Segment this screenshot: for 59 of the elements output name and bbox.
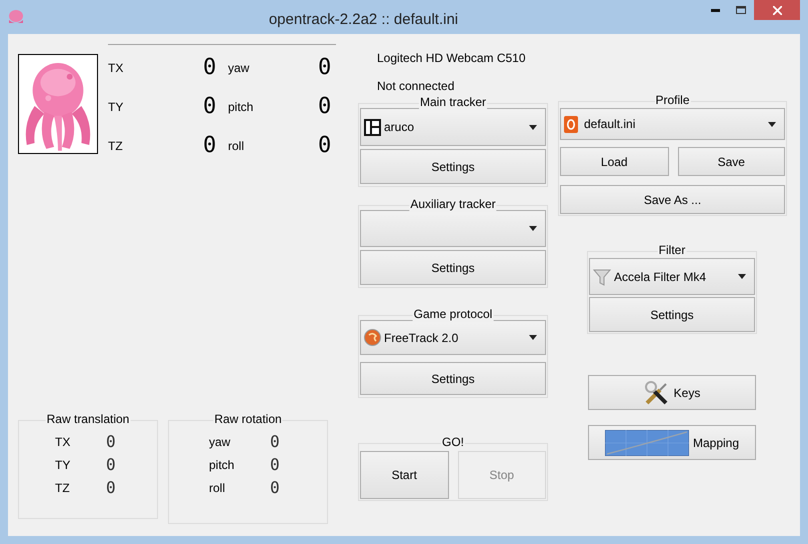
digit-readout: 0 <box>106 480 116 496</box>
axis-label: TZ <box>55 480 71 496</box>
group-title: Game protocol <box>412 307 494 322</box>
settings-button[interactable]: Settings <box>360 362 546 395</box>
axis-label: yaw <box>228 60 250 76</box>
settings-button[interactable]: Settings <box>589 297 755 332</box>
caret-icon <box>768 122 776 126</box>
action-button[interactable]: Start <box>360 451 448 499</box>
maximize-icon <box>736 6 746 14</box>
keys-button[interactable]: Keys <box>588 375 756 410</box>
camera-name: Logitech HD Webcam C510 <box>377 50 527 66</box>
funnel-icon <box>593 268 611 286</box>
dropdown[interactable]: aruco <box>360 108 546 146</box>
group-title: Main tracker <box>418 95 488 110</box>
caret-icon <box>529 226 537 231</box>
dropdown[interactable]: default.ini <box>560 108 785 140</box>
connection-status: Not connected <box>377 78 456 94</box>
digit-readout: 0 <box>270 480 280 496</box>
digit-readout: 0 <box>203 96 218 118</box>
mapping-button[interactable]: Mapping <box>588 425 756 460</box>
save-as-button[interactable]: Save As ... <box>560 185 785 214</box>
digit-readout: 0 <box>106 456 116 472</box>
caret-icon <box>529 335 537 340</box>
window-title: opentrack-2.2a2 :: default.ini <box>268 10 460 30</box>
axis-label: roll <box>228 138 246 154</box>
minimize-icon <box>710 8 720 12</box>
axis-label: TX <box>108 60 124 76</box>
digit-readout: 0 <box>318 134 332 156</box>
group-title: Auxiliary tracker <box>409 197 497 212</box>
settings-button[interactable]: Settings <box>360 250 546 285</box>
digit-readout: 0 <box>203 134 218 156</box>
digit-readout: 0 <box>270 434 280 450</box>
axis-label: TX <box>55 434 72 450</box>
app-icon <box>7 9 25 25</box>
close-button[interactable] <box>754 0 800 20</box>
axis-label: TY <box>108 98 124 116</box>
dropdown[interactable]: FreeTrack 2.0 <box>360 320 546 355</box>
digit-readout: 0 <box>270 456 280 472</box>
close-icon <box>772 6 782 14</box>
caret-icon <box>529 124 537 130</box>
dropdown[interactable]: Accela Filter Mk4 <box>589 258 755 295</box>
load-button[interactable]: Load <box>560 147 668 176</box>
digit-readout: 0 <box>203 56 218 78</box>
tools-icon <box>644 380 670 406</box>
save-button[interactable]: Save <box>678 147 785 176</box>
grid-icon <box>364 118 381 136</box>
caret-icon <box>738 274 746 279</box>
digit-readout: 0 <box>106 434 116 450</box>
axis-label: TY <box>55 456 72 474</box>
curve-preview-icon <box>604 430 689 456</box>
axis-label: pitch <box>209 456 236 474</box>
digit-readout: 0 <box>318 56 332 78</box>
axis-label: pitch <box>228 98 254 116</box>
settings-button[interactable]: Settings <box>360 149 546 184</box>
digit-readout: 0 <box>318 96 332 118</box>
ball-icon <box>364 329 381 346</box>
axis-label: yaw <box>209 434 232 450</box>
axis-label: roll <box>209 480 226 496</box>
axis-label: TZ <box>108 138 124 154</box>
